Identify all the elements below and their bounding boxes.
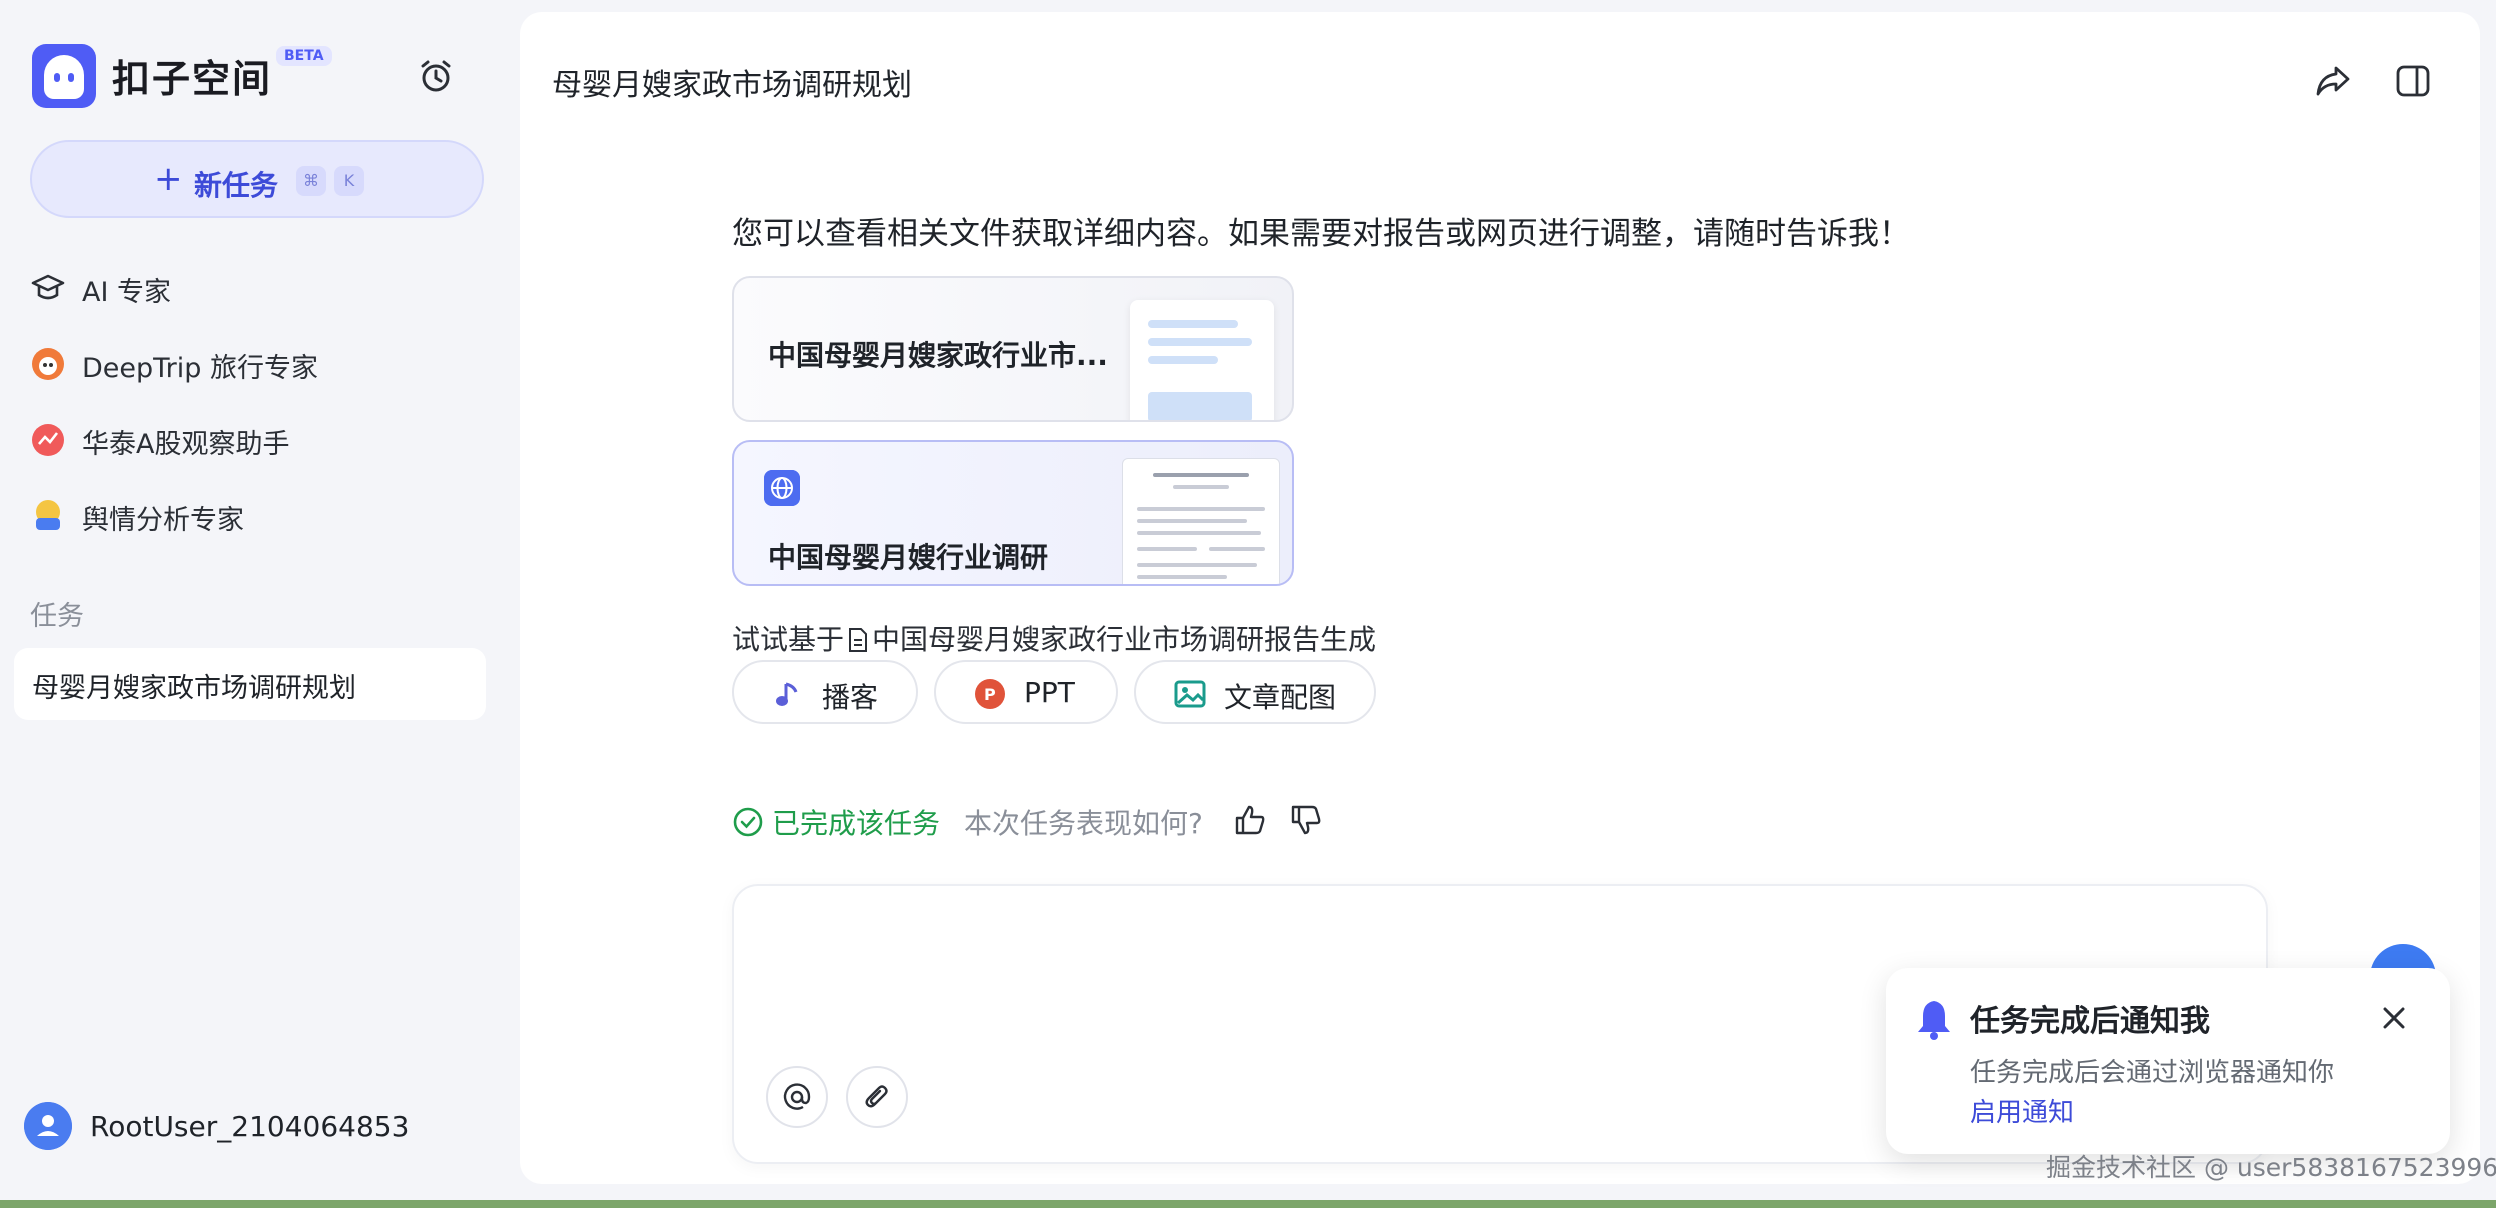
graduation-cap-icon <box>31 274 65 300</box>
podcast-button[interactable]: 播客 <box>732 660 918 724</box>
watermark: 掘金技术社区 @ user5838167523996 <box>2046 1153 2496 1182</box>
sidebar-item-label: 舆情分析专家 <box>82 505 244 536</box>
stock-chart-icon <box>32 424 64 456</box>
sidebar-item-label: AI 专家 <box>82 277 172 308</box>
toggle-panel-icon[interactable] <box>2392 60 2434 102</box>
sidebar-item-huatai[interactable]: 华泰A股观察助手 <box>30 418 490 462</box>
new-task-label: 新任务 <box>194 169 279 202</box>
svg-text:P: P <box>984 685 996 704</box>
tasks-section-title: 任务 <box>30 601 84 632</box>
thumbs-down-icon[interactable] <box>1288 802 1324 838</box>
at-sign-icon <box>783 1083 811 1110</box>
suggestion-prefix: 试试基于 <box>732 623 845 656</box>
avatar <box>24 1102 72 1150</box>
thumbs-up-icon[interactable] <box>1232 802 1268 838</box>
webpage-thumbnail <box>1122 458 1280 584</box>
sidebar-item-label: 华泰A股观察助手 <box>82 429 290 460</box>
bottom-strip <box>0 1200 2496 1208</box>
podcast-label: 播客 <box>822 681 879 714</box>
music-note-icon <box>776 682 798 706</box>
logo-icon[interactable] <box>32 44 96 108</box>
sidebar-item-label: DeepTrip 旅行专家 <box>82 353 318 384</box>
shortcut-cmd-key: ⌘ <box>296 166 326 196</box>
paperclip-icon <box>865 1085 888 1108</box>
sidebar-item-sentiment[interactable]: 舆情分析专家 <box>30 494 490 538</box>
task-item-label: 母婴月嫂家政市场调研规划 <box>32 673 356 704</box>
document-card-title: 中国母婴月嫂家政行业市... <box>768 339 1108 372</box>
username: RootUser_2104064853 <box>90 1110 410 1143</box>
new-task-button[interactable]: + 新任务 ⌘ K <box>30 140 484 218</box>
file-icon <box>849 628 868 652</box>
beta-badge: BETA <box>276 46 332 66</box>
ppt-icon: P <box>975 679 1005 709</box>
check-circle-icon <box>733 807 763 837</box>
article-image-label: 文章配图 <box>1224 681 1337 714</box>
alarm-clock-icon[interactable] <box>418 58 454 94</box>
article-image-button[interactable]: 文章配图 <box>1134 660 1376 724</box>
sidebar-item-ai-expert[interactable]: AI 专家 <box>30 266 490 310</box>
brand-name: 扣子空间 <box>112 57 273 101</box>
assistant-message: 您可以查看相关文件获取详细内容。如果需要对报告或网页进行调整，请随时告诉我！ <box>732 216 1910 252</box>
document-thumbnail <box>1130 300 1274 420</box>
attach-button[interactable] <box>846 1066 908 1128</box>
shortcut-k-key: K <box>334 166 364 196</box>
notification-title: 任务完成后通知我 <box>1970 1004 2210 1039</box>
share-icon[interactable] <box>2312 60 2354 102</box>
plus-icon: + <box>154 159 183 199</box>
enable-notification-link[interactable]: 启用通知 <box>1970 1092 2074 1129</box>
feedback-prompt: 本次任务表现如何? <box>964 807 1203 840</box>
sentiment-icon <box>36 500 60 530</box>
sidebar: 扣子空间 BETA + 新任务 ⌘ K AI 专家 DeepTrip 旅行专家 … <box>0 0 520 1200</box>
ppt-button[interactable]: P PPT <box>934 660 1118 724</box>
globe-icon <box>764 470 800 506</box>
close-icon[interactable] <box>2378 1002 2410 1034</box>
image-icon <box>1174 680 1206 708</box>
webpage-card-title: 中国母婴月嫂行业调研 <box>768 541 1049 574</box>
suggestion-text: 试试基于 中国母婴月嫂家政行业市场调研报告生成 <box>732 618 1376 658</box>
task-done-text: 已完成该任务 <box>772 807 941 840</box>
webpage-card[interactable]: 中国母婴月嫂行业调研 <box>732 440 1294 586</box>
notification-popup: 任务完成后通知我 任务完成后会通过浏览器通知你 启用通知 <box>1886 968 2450 1154</box>
document-card[interactable]: 中国母婴月嫂家政行业市... <box>732 276 1294 422</box>
notification-description: 任务完成后会通过浏览器通知你 <box>1970 1058 2335 1088</box>
deeptrip-icon <box>32 348 64 380</box>
page-title: 母婴月嫂家政市场调研规划 <box>552 68 912 103</box>
ppt-label: PPT <box>1024 676 1075 709</box>
sidebar-item-deeptrip[interactable]: DeepTrip 旅行专家 <box>30 342 490 386</box>
mention-button[interactable] <box>766 1066 828 1128</box>
bell-icon <box>1918 1001 1950 1040</box>
task-item[interactable]: 母婴月嫂家政市场调研规划 <box>14 648 486 720</box>
suggestion-file-name: 中国母婴月嫂家政行业市场调研报告生成 <box>872 623 1377 656</box>
